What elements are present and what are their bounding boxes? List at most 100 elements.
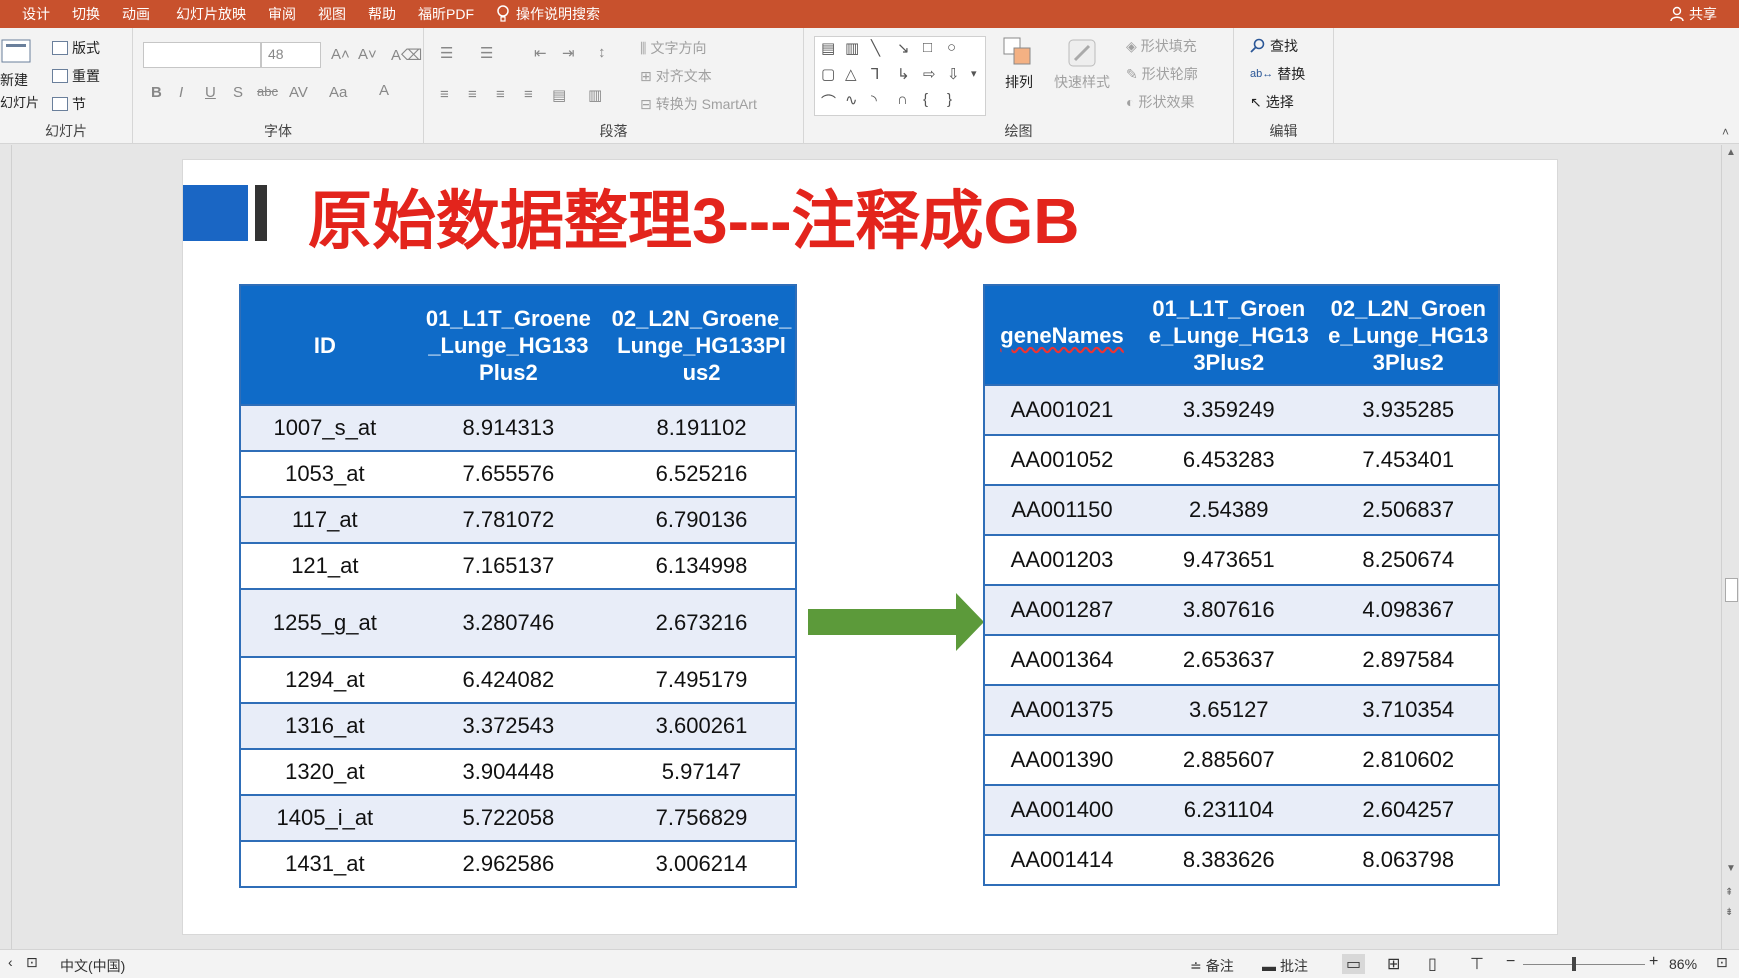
table-row[interactable]: AA001364 2.653637 2.897584 (984, 634, 1499, 685)
shape-outline-button[interactable]: ✎ 形状轮廓 (1126, 64, 1198, 84)
font-name-box[interactable] (143, 42, 261, 68)
table-row[interactable]: 1431_at 2.962586 3.006214 (240, 840, 796, 887)
accessibility-icon[interactable]: ⊡ (26, 954, 38, 971)
rectangle-shape-icon[interactable]: □ (923, 39, 932, 56)
text-direction-button[interactable]: ⫼ 文字方向 (640, 38, 706, 58)
vertical-scrollbar[interactable]: ▲ ▼ ⇞ ⇟ (1721, 145, 1739, 949)
table-row[interactable]: 1316_at 3.372543 3.600261 (240, 702, 796, 749)
menu-animations[interactable]: 动画 (122, 4, 150, 24)
menu-slideshow[interactable]: 幻灯片放映 (176, 4, 246, 24)
scroll-down-icon[interactable]: ▼ (1726, 863, 1736, 874)
slide[interactable]: 原始数据整理3---注释成GB ID 01_L1T_Groene _Lunge_HG… (183, 160, 1557, 934)
table-row[interactable]: AA001400 6.231104 2.604257 (984, 784, 1499, 835)
replace-button[interactable]: ab↔ 替换 (1250, 64, 1305, 84)
previous-slide-icon[interactable]: ⇞ (1725, 887, 1733, 898)
layout-button[interactable]: 版式 (52, 38, 100, 58)
arrow-line-icon[interactable]: ↘ (897, 39, 910, 57)
italic-icon[interactable]: I (179, 84, 183, 101)
left-thumbnail-edge[interactable] (0, 145, 12, 949)
justify-icon[interactable]: ≡ (524, 86, 533, 103)
table-row[interactable]: AA001203 9.473651 8.250674 (984, 534, 1499, 585)
clear-format-icon[interactable]: A⌫ (391, 46, 422, 64)
columns-icon[interactable]: ▥ (588, 86, 602, 104)
table-row[interactable]: 1294_at 6.424082 7.495179 (240, 656, 796, 703)
table-row[interactable]: 1320_at 3.904448 5.97147 (240, 748, 796, 795)
line-shape-icon[interactable]: ╲ (871, 39, 880, 57)
scroll-up-icon[interactable]: ▲ (1726, 147, 1736, 158)
connector-icon[interactable]: ⅂ (871, 65, 879, 83)
arrange-button[interactable]: 排列 (1002, 36, 1036, 92)
distributed-icon[interactable]: ▤ (552, 86, 566, 104)
zoom-slider-thumb[interactable] (1572, 957, 1576, 971)
decrease-indent-icon[interactable]: ⇤ (534, 44, 547, 62)
line-spacing-icon[interactable]: ↕ (598, 44, 606, 61)
align-right-icon[interactable]: ≡ (496, 86, 505, 103)
char-spacing-icon[interactable]: AV (289, 84, 308, 101)
rounded-rect-icon[interactable]: ▢ (821, 65, 835, 83)
curve-icon[interactable]: ∩ (897, 91, 908, 108)
gallery-more-icon[interactable]: ▾ (971, 67, 977, 80)
table-row[interactable]: 1405_i_at 5.722058 7.756829 (240, 794, 796, 841)
menu-design[interactable]: 设计 (22, 4, 50, 24)
shape-effects-button[interactable]: ◐ 形状效果 (1126, 92, 1194, 112)
tell-me-search[interactable]: 操作说明搜索 (496, 4, 600, 24)
menu-review[interactable]: 审阅 (268, 4, 296, 24)
fit-to-window-icon[interactable]: ⊡ (1716, 954, 1728, 971)
table-row[interactable]: 117_at 7.781072 6.790136 (240, 496, 796, 543)
left-brace-icon[interactable]: { (923, 91, 928, 108)
language-indicator[interactable]: 中文(中国) (60, 956, 125, 976)
vertical-textbox-icon[interactable]: ▥ (845, 39, 859, 57)
shapes-gallery[interactable]: ▤ ▥ ╲ ↘ □ ○ ▢ △ ⅂ ↳ ⇨ ⇩ ⌒ ∿ ◝ ∩ { } ▾ (814, 36, 986, 116)
reading-view-icon[interactable]: ▯ (1428, 954, 1437, 974)
zoom-level[interactable]: 86% (1669, 956, 1697, 972)
section-button[interactable]: 节 (52, 94, 86, 114)
comments-button[interactable]: ▬ 批注 (1262, 956, 1308, 976)
zoom-in-icon[interactable]: + (1649, 953, 1658, 971)
table-row[interactable]: AA001150 2.54389 2.506837 (984, 484, 1499, 535)
underline-icon[interactable]: U (205, 84, 216, 101)
shape-fill-button[interactable]: ◈ 形状填充 (1126, 36, 1197, 56)
menu-help[interactable]: 帮助 (368, 4, 396, 24)
increase-indent-icon[interactable]: ⇥ (562, 44, 575, 62)
select-button[interactable]: ↖ 选择 (1250, 92, 1294, 112)
bullets-icon[interactable]: ☰ (440, 44, 453, 62)
notes-button[interactable]: ≐ 备注 (1190, 956, 1234, 976)
freeform-icon[interactable]: ⌒ (821, 91, 836, 112)
oval-shape-icon[interactable]: ○ (947, 39, 956, 56)
textbox-shape-icon[interactable]: ▤ (821, 39, 835, 57)
reset-button[interactable]: 重置 (52, 66, 100, 86)
menu-transitions[interactable]: 切换 (72, 4, 100, 24)
zoom-slider-track[interactable] (1523, 964, 1645, 965)
elbow-connector-icon[interactable]: ↳ (897, 65, 910, 83)
find-button[interactable]: 查找 (1250, 36, 1298, 56)
slideshow-view-icon[interactable]: ⊤ (1470, 954, 1484, 974)
slide-nav-icon[interactable]: ‹ (8, 954, 13, 970)
menu-foxit-pdf[interactable]: 福昕PDF (418, 4, 474, 24)
font-size-box[interactable]: 48 (261, 42, 321, 68)
share-button[interactable]: 共享 (1669, 4, 1717, 24)
table-row[interactable]: AA001414 8.383626 8.063798 (984, 834, 1499, 885)
slide-title[interactable]: 原始数据整理3---注释成GB (308, 170, 1080, 262)
menu-view[interactable]: 视图 (318, 4, 346, 24)
shadow-icon[interactable]: S (233, 84, 243, 101)
right-brace-icon[interactable]: } (947, 91, 952, 108)
gene-names-table[interactable]: geneNames 01_L1T_Groen e_Lunge_HG13 3Plus2 0… (983, 284, 1500, 886)
next-slide-icon[interactable]: ⇟ (1725, 907, 1733, 918)
normal-view-icon[interactable]: ▭ (1342, 954, 1366, 974)
slide-sorter-icon[interactable]: ⊞ (1387, 954, 1400, 974)
table-row[interactable]: AA001287 3.807616 4.098367 (984, 584, 1499, 635)
table-row[interactable]: AA001375 3.65127 3.710354 (984, 684, 1499, 735)
align-text-button[interactable]: ⊞ 对齐文本 (640, 66, 712, 86)
table-row[interactable]: AA001052 6.453283 7.453401 (984, 434, 1499, 485)
numbering-icon[interactable]: ☰ (480, 44, 493, 62)
table-row[interactable]: 1255_g_at 3.280746 2.673216 (240, 588, 796, 657)
bold-icon[interactable]: B (151, 84, 162, 101)
arc-icon[interactable]: ◝ (871, 91, 877, 109)
change-case-icon[interactable]: Aa (329, 84, 347, 101)
probe-id-table[interactable]: ID 01_L1T_Groene _Lunge_HG133 Plus2 02_L2N_G… (239, 284, 797, 888)
table-row[interactable]: 1007_s_at 8.914313 8.191102 (240, 404, 796, 451)
new-slide-button[interactable]: 新建 幻灯片 (0, 36, 39, 111)
down-arrow-shape-icon[interactable]: ⇩ (947, 65, 960, 83)
scrollbar-thumb[interactable] (1725, 578, 1738, 602)
scribble-icon[interactable]: ∿ (845, 91, 858, 109)
